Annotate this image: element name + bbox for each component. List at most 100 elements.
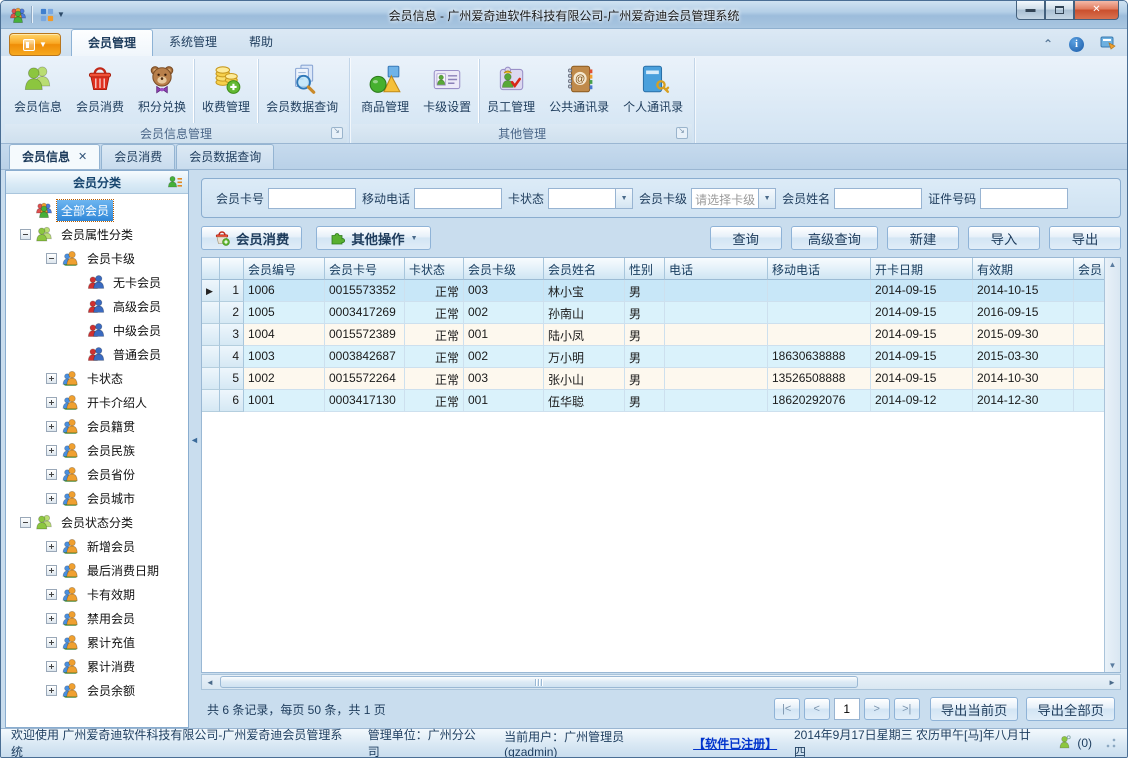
category-manage-icon[interactable]	[167, 174, 183, 190]
ribbon-button-收费管理[interactable]: 收费管理	[194, 59, 257, 123]
column-header-会员编号[interactable]: 会员编号	[244, 258, 325, 280]
column-header-会员姓名[interactable]: 会员姓名	[544, 258, 625, 280]
collapse-icon[interactable]	[46, 252, 57, 264]
column-header-有效期[interactable]: 有效期	[973, 258, 1074, 280]
feedback-mail-icon[interactable]	[1100, 35, 1117, 53]
prev-page-button[interactable]: <	[803, 698, 830, 720]
ribbon-button-卡级设置[interactable]: 卡级设置	[416, 59, 478, 123]
tree-item-会员余额[interactable]: 会员余额	[6, 678, 188, 702]
column-header-卡状态[interactable]: 卡状态	[405, 258, 464, 280]
expand-icon[interactable]	[46, 636, 57, 648]
close-button[interactable]: ✕	[1074, 1, 1119, 20]
table-row[interactable]: 5 1002 0015572264 正常 003 张小山男 13526508888 2014-…	[202, 368, 1104, 390]
tree-item-新增会员[interactable]: 新增会员	[6, 534, 188, 558]
scrollbar-thumb[interactable]	[220, 676, 858, 688]
tree-item-累计充值[interactable]: 累计充值	[6, 630, 188, 654]
column-header-性别[interactable]: 性别	[625, 258, 665, 280]
tree-item-最后消费日期[interactable]: 最后消费日期	[6, 558, 188, 582]
expand-icon[interactable]	[46, 684, 57, 696]
filter-input-证件号码[interactable]	[980, 187, 1069, 209]
expand-icon[interactable]	[46, 420, 57, 432]
expand-icon[interactable]	[46, 492, 57, 504]
table-row[interactable]: ▶ 1 1006 0015573352 正常 003 林小宝男 2014-09-15 2014-…	[202, 280, 1104, 302]
column-header-电话[interactable]: 电话	[665, 258, 768, 280]
minimize-button[interactable]: ▬	[1016, 1, 1045, 20]
tree-item-累计消费[interactable]: 累计消费	[6, 654, 188, 678]
ribbon-button-公共通讯录[interactable]: @ 公共通讯录	[542, 59, 616, 123]
page-number-input[interactable]	[833, 698, 860, 720]
filter-select-卡状态[interactable]: ▼	[548, 187, 634, 209]
row-selector-cell[interactable]	[202, 324, 220, 346]
collapse-icon[interactable]	[20, 228, 31, 240]
tree-item-普通会员[interactable]: 普通会员	[6, 342, 188, 366]
expand-icon[interactable]	[46, 564, 57, 576]
expand-icon[interactable]	[46, 444, 57, 456]
last-page-button[interactable]: >|	[893, 698, 920, 720]
row-selector-cell[interactable]: ▶	[202, 280, 220, 302]
tree-item-高级会员[interactable]: 高级会员	[6, 294, 188, 318]
scroll-down-icon[interactable]: ▼	[1109, 661, 1117, 670]
vertical-scrollbar[interactable]: ▲ ▼	[1104, 258, 1120, 672]
chevron-down-icon[interactable]: ▼	[758, 188, 776, 208]
table-row[interactable]: 6 1001 0003417130 正常 001 伍华聪男 18620292076 2014-…	[202, 390, 1104, 412]
tree-item-无卡会员[interactable]: 无卡会员	[6, 270, 188, 294]
filter-input-会员卡号[interactable]	[268, 187, 357, 209]
table-row[interactable]: 2 1005 0003417269 正常 002 孙南山男 2014-09-15 2016-0…	[202, 302, 1104, 324]
scroll-right-icon[interactable]: ►	[1104, 675, 1120, 689]
table-row[interactable]: 3 1004 0015572389 正常 001 陆小凤男 2014-09-15 2015-0…	[202, 324, 1104, 346]
ribbon-button-商品管理[interactable]: 商品管理	[354, 59, 416, 123]
grid-corner-header[interactable]	[202, 258, 220, 280]
expand-icon[interactable]	[46, 396, 57, 408]
export-all-pages-button[interactable]: 导出全部页	[1026, 697, 1115, 721]
ribbon-tab-帮助[interactable]: 帮助	[233, 29, 289, 56]
toolbar-button-导出[interactable]: 导出	[1049, 226, 1121, 250]
toolbar-button-其他操作[interactable]: 其他操作 ▼	[316, 226, 431, 250]
toolbar-button-高级查询[interactable]: 高级查询	[790, 226, 878, 250]
tree-item-会员属性分类[interactable]: 会员属性分类	[6, 222, 188, 246]
expand-icon[interactable]	[46, 372, 57, 384]
tree-item-卡状态[interactable]: 卡状态	[6, 366, 188, 390]
application-menu-button[interactable]: ▼	[9, 33, 61, 56]
column-header-会员卡级[interactable]: 会员卡级	[464, 258, 544, 280]
tree-item-会员民族[interactable]: 会员民族	[6, 438, 188, 462]
document-tab-会员数据查询[interactable]: 会员数据查询	[176, 144, 275, 169]
toolbar-button-新建[interactable]: 新建	[887, 226, 959, 250]
tree-item-会员卡级[interactable]: 会员卡级	[6, 246, 188, 270]
sidebar-splitter[interactable]: ◄	[189, 170, 199, 728]
expand-icon[interactable]	[46, 588, 57, 600]
tree-item-会员状态分类[interactable]: 会员状态分类	[6, 510, 188, 534]
chevron-down-icon[interactable]: ▼	[615, 188, 633, 208]
ribbon-button-员工管理[interactable]: 员工管理	[479, 59, 542, 123]
toolbar-button-导入[interactable]: 导入	[968, 226, 1040, 250]
resize-grip[interactable]	[1105, 737, 1117, 749]
tree-item-卡有效期[interactable]: 卡有效期	[6, 582, 188, 606]
column-header-会员卡号[interactable]: 会员卡号	[325, 258, 405, 280]
expand-icon[interactable]	[46, 612, 57, 624]
toolbar-button-查询[interactable]: 查询	[709, 226, 782, 250]
dialog-launcher-icon[interactable]	[331, 126, 344, 139]
collapse-ribbon-icon[interactable]	[1043, 37, 1053, 51]
filter-input-会员姓名[interactable]	[834, 187, 923, 209]
expand-icon[interactable]	[46, 660, 57, 672]
grid-corner-header[interactable]	[220, 258, 244, 280]
collapse-panel-icon[interactable]: ◄	[190, 435, 199, 445]
expand-icon[interactable]	[46, 540, 57, 552]
row-selector-cell[interactable]	[202, 390, 220, 412]
tree-item-全部会员[interactable]: 全部会员	[6, 198, 188, 222]
scroll-up-icon[interactable]: ▲	[1109, 260, 1117, 269]
column-header-会员[interactable]: 会员	[1074, 258, 1104, 280]
ribbon-button-个人通讯录[interactable]: 个人通讯录	[616, 59, 690, 123]
tree-item-会员籍贯[interactable]: 会员籍贯	[6, 414, 188, 438]
column-header-移动电话[interactable]: 移动电话	[768, 258, 871, 280]
about-info-icon[interactable]: i	[1069, 36, 1084, 52]
export-current-page-button[interactable]: 导出当前页	[929, 697, 1019, 721]
filter-input-移动电话[interactable]	[414, 187, 503, 209]
row-selector-cell[interactable]	[202, 368, 220, 390]
tree-item-会员城市[interactable]: 会员城市	[6, 486, 188, 510]
scrollbar-track[interactable]	[218, 675, 1104, 689]
ribbon-button-会员消费[interactable]: 会员消费	[69, 59, 131, 123]
ribbon-button-会员数据查询[interactable]: 会员数据查询	[258, 59, 345, 123]
column-header-开卡日期[interactable]: 开卡日期	[871, 258, 973, 280]
ribbon-tab-会员管理[interactable]: 会员管理	[71, 29, 154, 56]
row-selector-cell[interactable]	[202, 346, 220, 368]
